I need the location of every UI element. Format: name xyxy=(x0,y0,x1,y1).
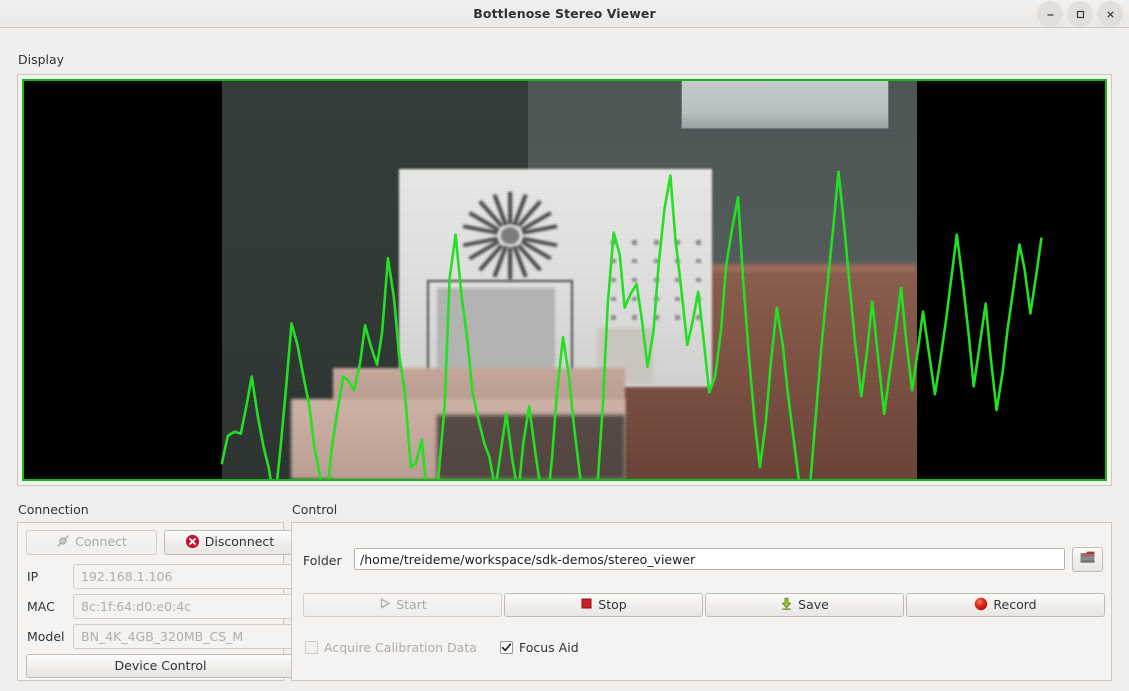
checkbox-box xyxy=(500,641,513,654)
video-canvas xyxy=(24,81,1105,479)
start-button-label: Start xyxy=(396,596,427,612)
folder-icon xyxy=(1079,550,1096,569)
model-field[interactable]: BN_4K_4GB_320MB_CS_M xyxy=(73,624,295,649)
ip-field-label: IP xyxy=(27,569,39,584)
plug-icon xyxy=(56,534,70,551)
device-control-button[interactable]: Device Control xyxy=(26,654,295,678)
error-circle-icon xyxy=(185,534,200,552)
display-panel xyxy=(17,74,1112,486)
connection-panel: Connect Disconnect IP 192.168.1.106 MAC … xyxy=(17,522,295,681)
display-group-label: Display xyxy=(18,52,65,67)
save-button-label: Save xyxy=(798,596,829,612)
connect-button-label: Connect xyxy=(75,534,127,550)
focus-aid-checkbox[interactable]: Focus Aid xyxy=(500,640,579,655)
control-group-label: Control xyxy=(292,502,338,517)
disconnect-button[interactable]: Disconnect xyxy=(164,530,295,555)
ip-field[interactable]: 192.168.1.106 xyxy=(73,564,295,589)
connect-button[interactable]: Connect xyxy=(26,530,157,555)
browse-folder-button[interactable] xyxy=(1072,547,1103,572)
acquire-calibration-checkbox[interactable]: Acquire Calibration Data xyxy=(305,640,477,655)
model-field-label: Model xyxy=(27,629,65,644)
control-panel: Folder /home/treideme/workspace/sdk-demo… xyxy=(291,522,1112,681)
checkbox-box xyxy=(305,641,318,654)
stop-button-label: Stop xyxy=(598,596,627,612)
maximize-icon[interactable] xyxy=(1067,1,1093,27)
device-control-button-label: Device Control xyxy=(114,657,207,673)
record-circle-icon xyxy=(974,597,988,614)
check-icon xyxy=(501,643,512,652)
record-button-label: Record xyxy=(993,596,1037,612)
save-button[interactable]: Save xyxy=(705,593,904,617)
connection-group-label: Connection xyxy=(18,502,89,517)
save-arrow-icon xyxy=(780,597,793,614)
disconnect-button-label: Disconnect xyxy=(204,534,275,550)
video-view[interactable] xyxy=(22,79,1107,481)
mac-field-label: MAC xyxy=(27,599,55,614)
acquire-calibration-label: Acquire Calibration Data xyxy=(324,640,477,655)
minimize-icon[interactable] xyxy=(1037,1,1063,27)
window-controls xyxy=(1037,0,1123,28)
folder-field-label: Folder xyxy=(303,553,342,568)
folder-input[interactable]: /home/treideme/workspace/sdk-demos/stere… xyxy=(354,548,1065,570)
title-bar: Bottlenose Stereo Viewer xyxy=(0,0,1129,28)
focus-aid-waveform-icon xyxy=(220,170,1043,479)
start-button[interactable]: Start xyxy=(303,593,502,617)
mac-field[interactable]: 8c:1f:64:d0:e0:4c xyxy=(73,594,295,619)
close-icon[interactable] xyxy=(1097,1,1123,27)
window-title: Bottlenose Stereo Viewer xyxy=(473,6,656,21)
stop-square-icon xyxy=(580,597,593,613)
record-button[interactable]: Record xyxy=(906,593,1105,617)
stop-button[interactable]: Stop xyxy=(504,593,703,617)
play-icon xyxy=(378,597,391,613)
focus-aid-label: Focus Aid xyxy=(519,640,579,655)
